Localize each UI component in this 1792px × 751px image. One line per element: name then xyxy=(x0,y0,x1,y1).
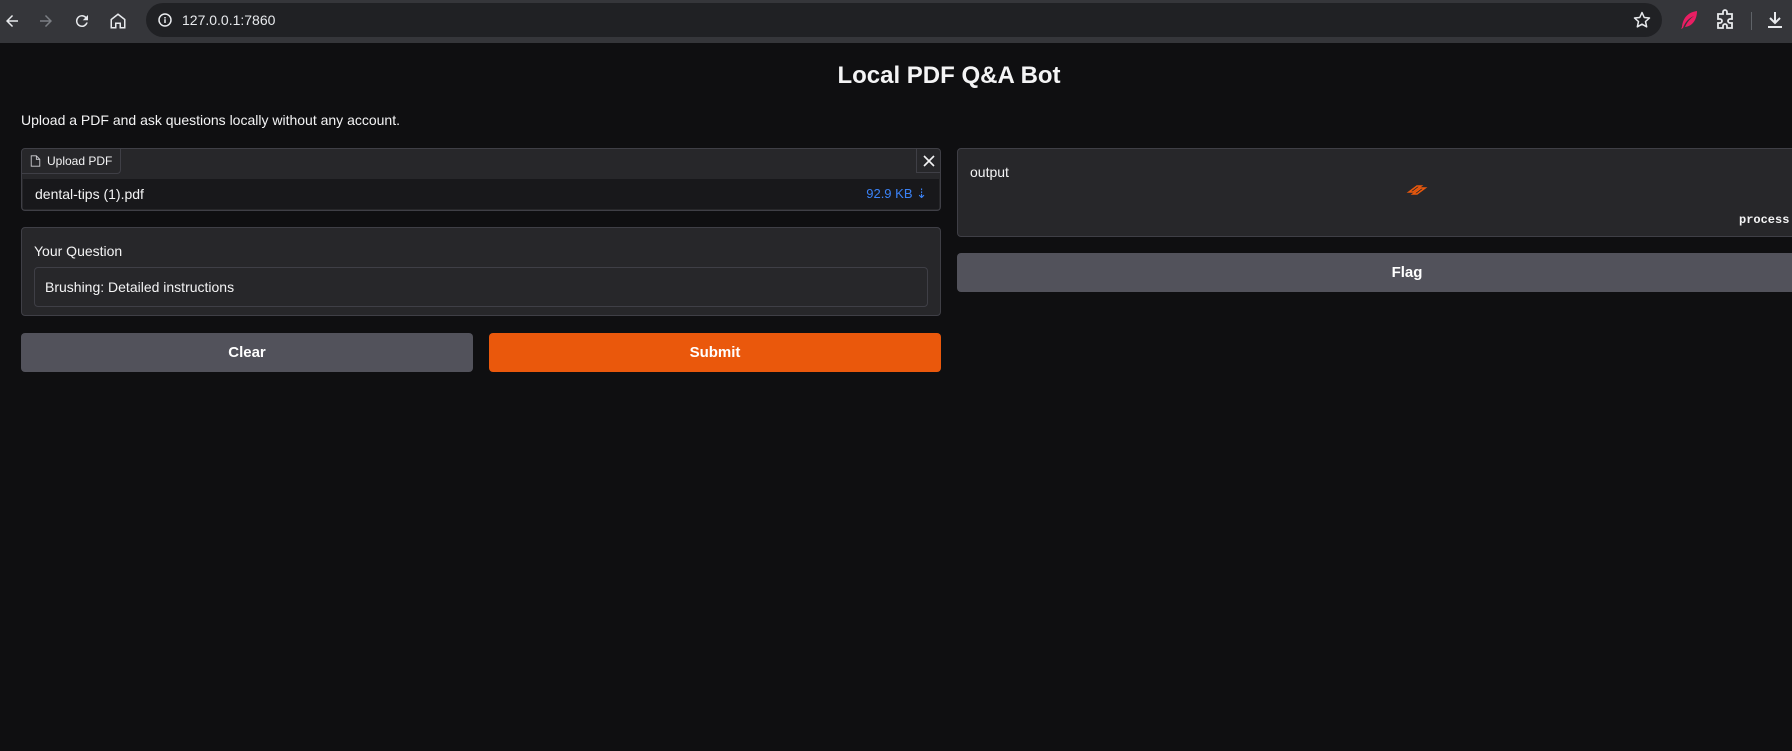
loading-spinner-icon xyxy=(1406,185,1428,195)
page-title: Local PDF Q&A Bot xyxy=(837,62,1061,89)
toolbar-divider xyxy=(1751,12,1752,30)
file-download-link[interactable]: 92.9 KB ⇣ xyxy=(866,186,927,202)
gradio-app: Local PDF Q&A Bot Upload a PDF and ask q… xyxy=(0,43,1792,751)
download-icon[interactable] xyxy=(1763,8,1787,32)
upload-pdf-label: Upload PDF xyxy=(22,149,122,174)
reload-icon xyxy=(75,15,88,28)
home-button[interactable] xyxy=(103,6,133,36)
bookmark-star-icon[interactable] xyxy=(1632,10,1652,30)
clear-file-button[interactable] xyxy=(916,149,940,173)
close-icon xyxy=(922,154,935,167)
question-panel: Your Question xyxy=(21,227,941,316)
question-input[interactable] xyxy=(34,267,928,307)
question-label: Your Question xyxy=(34,243,123,259)
forward-button[interactable] xyxy=(31,6,61,36)
file-name: dental-tips (1).pdf xyxy=(35,186,144,202)
browser-toolbar: 127.0.0.1:7860 xyxy=(0,0,1792,43)
flag-button[interactable]: Flag xyxy=(957,253,1792,292)
info-icon[interactable] xyxy=(156,11,174,29)
clear-button[interactable]: Clear xyxy=(21,333,473,372)
submit-button[interactable]: Submit xyxy=(489,333,941,372)
url-text[interactable]: 127.0.0.1:7860 xyxy=(182,12,275,28)
upload-label-text: Upload PDF xyxy=(47,154,113,168)
feather-extension-icon[interactable] xyxy=(1677,8,1701,32)
output-label: output xyxy=(970,164,1009,180)
arrow-right-icon xyxy=(40,15,52,27)
reload-button[interactable] xyxy=(67,6,97,36)
output-panel: output process: xyxy=(957,148,1792,237)
arrow-left-icon xyxy=(6,15,18,27)
page-description: Upload a PDF and ask questions locally w… xyxy=(21,112,400,128)
uploaded-file-row: dental-tips (1).pdf 92.9 KB ⇣ xyxy=(23,179,939,209)
extensions-puzzle-icon[interactable] xyxy=(1713,8,1737,32)
file-icon xyxy=(30,155,41,167)
address-bar[interactable]: 127.0.0.1:7860 xyxy=(146,3,1662,37)
file-upload-panel[interactable]: Upload PDF dental-tips (1).pdf 92.9 KB ⇣ xyxy=(21,148,941,211)
processing-status: process: xyxy=(1739,213,1792,227)
back-button[interactable] xyxy=(0,6,27,36)
home-icon xyxy=(110,13,126,29)
